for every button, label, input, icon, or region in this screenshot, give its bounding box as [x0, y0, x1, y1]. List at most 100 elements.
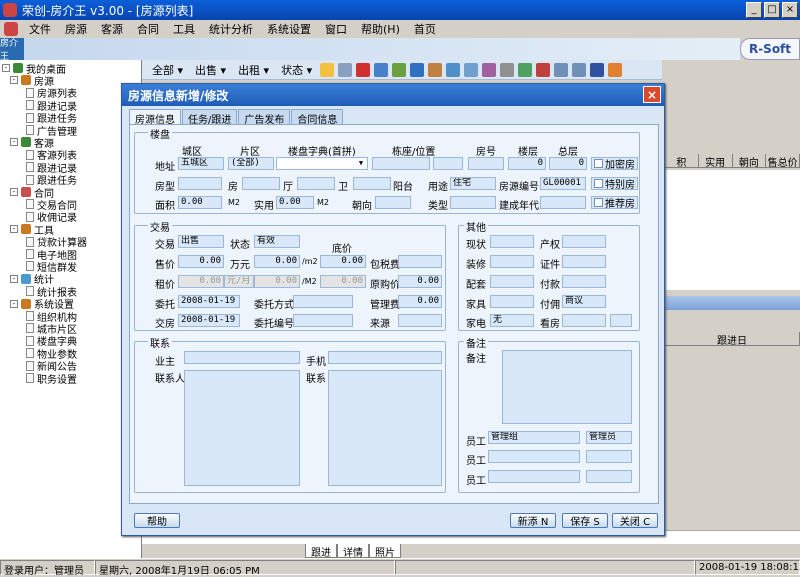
kind-field[interactable] [450, 196, 496, 209]
menu-tools[interactable]: 工具 [166, 21, 202, 37]
exit-icon[interactable] [608, 62, 623, 77]
tab-followup[interactable]: 跟进 [305, 544, 337, 559]
staff3-role-field[interactable] [586, 470, 632, 483]
unit-price-field[interactable]: 0.00 [254, 255, 300, 268]
column-header[interactable]: 朝向 [733, 154, 767, 169]
cert-field[interactable] [562, 255, 606, 268]
right-field[interactable] [562, 235, 606, 248]
contact-list[interactable] [328, 370, 442, 486]
entrust-no-field[interactable] [293, 314, 353, 327]
delete-icon[interactable] [356, 62, 371, 77]
trade-type-field[interactable]: 出售 [178, 235, 224, 248]
room-field[interactable] [468, 157, 504, 170]
collapse-icon[interactable]: - [10, 188, 18, 196]
save-button[interactable]: 保存 S [562, 513, 608, 528]
chevron-down-icon[interactable]: ▼ [355, 158, 367, 169]
area-value-field[interactable]: 0.00 [178, 196, 222, 209]
note-icon[interactable] [482, 62, 497, 77]
view-field[interactable] [562, 314, 606, 327]
code-field[interactable]: GL00001 [540, 177, 586, 190]
filter-rent-dropdown[interactable]: 出租 ▾ [234, 62, 273, 78]
new-button[interactable]: 新添 N [510, 513, 556, 528]
menu-stats[interactable]: 统计分析 [202, 21, 260, 37]
rent-unit-price-field[interactable]: 0.00 [254, 275, 300, 288]
usage-field[interactable]: 住宅 [450, 177, 496, 190]
encrypt-checkbox[interactable]: 加密房 [591, 157, 638, 171]
collapse-icon[interactable]: - [10, 76, 18, 85]
dialog-close-button[interactable]: × [643, 86, 661, 103]
appliance-field[interactable]: 无 [490, 314, 534, 327]
horizontal-scrollbar[interactable] [665, 312, 800, 324]
stats-icon[interactable] [536, 62, 551, 77]
edit-icon[interactable] [338, 62, 353, 77]
owner-field[interactable] [184, 351, 300, 364]
facility-field[interactable] [490, 275, 534, 288]
floor-field[interactable]: 0 [508, 157, 546, 170]
menu-house[interactable]: 房源 [58, 21, 94, 37]
filter-sale-dropdown[interactable]: 出售 ▾ [191, 62, 230, 78]
selected-row[interactable] [665, 296, 800, 310]
source-field[interactable] [398, 314, 442, 327]
tab-detail[interactable]: 详情 [337, 544, 369, 559]
building-field[interactable] [372, 157, 430, 170]
staff2-role-field[interactable] [586, 450, 632, 463]
recommend-checkbox[interactable]: 推荐房 [591, 196, 638, 210]
sidebar-tab[interactable]: 房介王 [0, 38, 24, 62]
entrust-date-field[interactable]: 2008-01-19 [178, 295, 240, 308]
tree-item[interactable]: 职务设置 [26, 372, 77, 386]
help-button[interactable]: 帮助 [134, 513, 180, 528]
prev-icon[interactable] [554, 62, 569, 77]
menu-client[interactable]: 客源 [94, 21, 130, 37]
minimize-button[interactable]: _ [746, 2, 762, 18]
tab-photo[interactable]: 照片 [369, 544, 401, 559]
tab-task-followup[interactable]: 任务/跟进 [182, 109, 238, 126]
trade-status-field[interactable]: 有效 [254, 235, 300, 248]
refresh-icon[interactable] [392, 62, 407, 77]
rent-field[interactable]: 0.00 [178, 275, 224, 288]
export-icon[interactable] [464, 62, 479, 77]
collapse-icon[interactable]: - [10, 138, 18, 147]
type-room-field[interactable] [178, 177, 222, 190]
filter-status-dropdown[interactable]: 状态 ▾ [277, 62, 316, 78]
close-dialog-button[interactable]: 关闭 C [612, 513, 658, 528]
area-field[interactable]: (全部) [228, 157, 274, 170]
search-icon[interactable] [374, 62, 389, 77]
next-icon[interactable] [572, 62, 587, 77]
orig-price-field[interactable]: 0.00 [398, 275, 442, 288]
fee-field[interactable]: 0.00 [398, 295, 442, 308]
entrust-method-field[interactable] [293, 295, 353, 308]
phone-field[interactable] [328, 351, 442, 364]
menu-contract[interactable]: 合同 [130, 21, 166, 37]
collapse-icon[interactable]: - [10, 299, 18, 308]
menu-file[interactable]: 文件 [22, 21, 58, 37]
menu-window[interactable]: 窗口 [318, 21, 354, 37]
menu-home[interactable]: 首页 [407, 21, 443, 37]
usable-field[interactable]: 0.00 [276, 196, 314, 209]
collapse-icon[interactable]: - [10, 274, 18, 283]
tax-field[interactable] [398, 255, 442, 268]
grid-icon[interactable] [500, 62, 515, 77]
pay-field[interactable] [562, 275, 606, 288]
dict-combo[interactable]: ▼ [276, 157, 368, 170]
deliver-date-field[interactable]: 2008-01-19 [178, 314, 240, 327]
orient-field[interactable] [375, 196, 411, 209]
menu-settings[interactable]: 系统设置 [260, 21, 318, 37]
column-header[interactable]: 售总价 [766, 154, 800, 169]
tab-contract[interactable]: 合同信息 [291, 109, 344, 126]
position-field[interactable] [433, 157, 463, 170]
type-hall-field[interactable] [242, 177, 280, 190]
collapse-icon[interactable]: - [2, 64, 10, 72]
commission-field[interactable]: 商议 [562, 295, 606, 308]
contact-person-list[interactable] [184, 370, 300, 486]
floor-price-field[interactable]: 0.00 [320, 255, 366, 268]
staff2-group-field[interactable] [488, 450, 580, 463]
column-header[interactable]: 积 [665, 154, 699, 169]
year-field[interactable] [540, 196, 586, 209]
map-icon[interactable] [446, 62, 461, 77]
column-header[interactable]: 实用 [699, 154, 733, 169]
sale-field[interactable]: 0.00 [178, 255, 224, 268]
menu-help[interactable]: 帮助(H) [354, 21, 407, 37]
copy-icon[interactable] [410, 62, 425, 77]
total-floor-field[interactable]: 0 [549, 157, 587, 170]
furniture-field[interactable] [490, 295, 534, 308]
